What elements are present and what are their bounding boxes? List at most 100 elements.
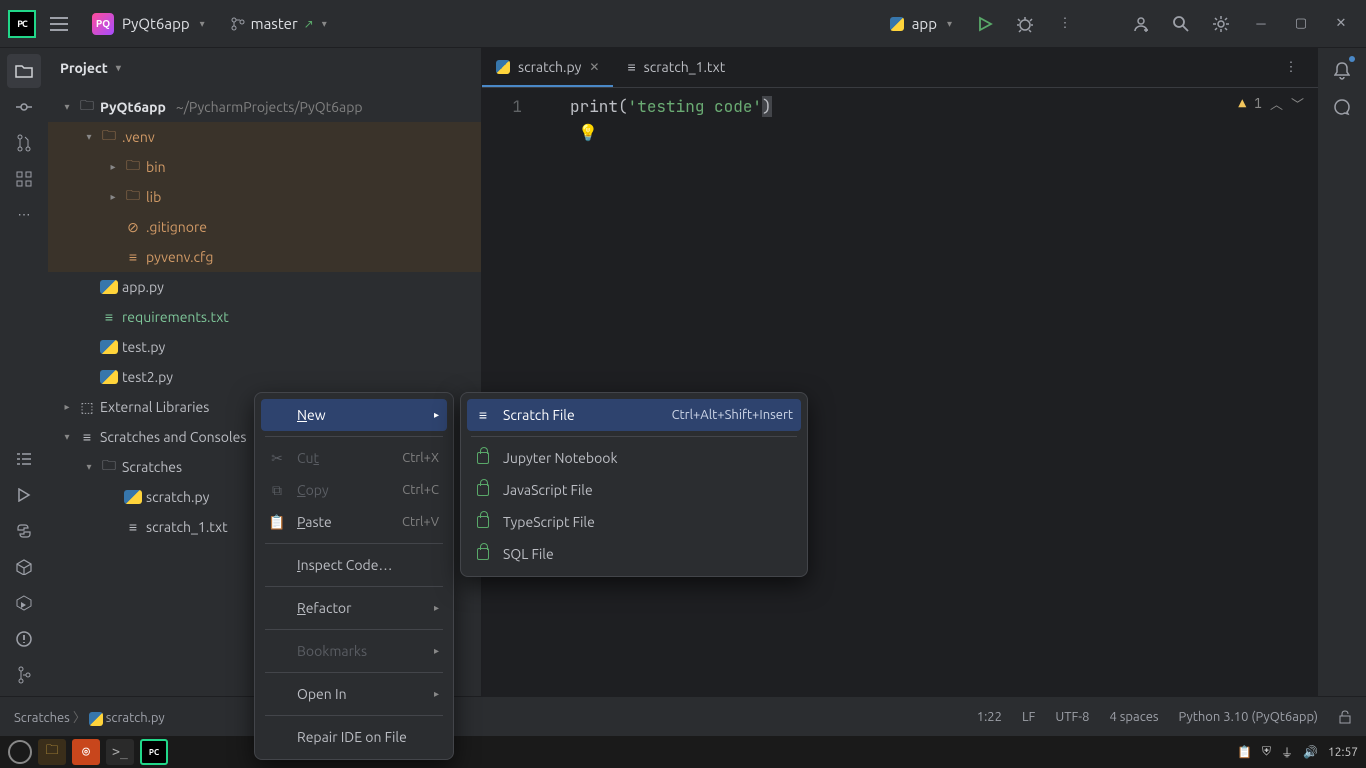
project-badge-icon: PQ	[92, 13, 114, 35]
python-icon	[890, 17, 904, 31]
breadcrumb[interactable]: Scratches 〉 scratch.py	[14, 707, 165, 726]
editor-tabs: scratch.py ✕ ≡ scratch_1.txt ⋮	[482, 48, 1318, 88]
start-menu-icon[interactable]	[8, 740, 32, 764]
warning-icon[interactable]: ▲	[1238, 95, 1246, 112]
tab-more-icon[interactable]: ⋮	[1274, 51, 1308, 85]
notifications-icon[interactable]	[1325, 54, 1359, 88]
menu-jupyter-notebook[interactable]: Jupyter Notebook	[461, 442, 807, 474]
panel-title: Project	[60, 60, 108, 76]
services-tool-icon[interactable]	[7, 586, 41, 620]
menu-cut: ✂CutCtrl+X	[255, 442, 453, 474]
code-with-me-icon[interactable]	[1124, 7, 1158, 41]
chevron-down-icon: ▾	[200, 18, 205, 30]
tree-folder-venv[interactable]: ▾🗀.venv	[48, 122, 481, 152]
tree-project-root[interactable]: ▾🗀 PyQt6app ~/PycharmProjects/PyQt6app	[48, 92, 481, 122]
branch-selector[interactable]: master ↗ ▾	[221, 11, 337, 36]
os-taskbar: 🗀 ⌾ >_ PC 📋 ⛨ ⏚ 🔊 12:57	[0, 736, 1366, 768]
run-button[interactable]	[968, 7, 1002, 41]
menu-javascript-file[interactable]: JavaScript File	[461, 474, 807, 506]
menu-paste[interactable]: 📋PasteCtrl+V	[255, 506, 453, 538]
menu-open-in[interactable]: Open In▸	[255, 678, 453, 710]
tab-scratch-txt[interactable]: ≡ scratch_1.txt	[613, 48, 739, 87]
tree-file-pyvenv[interactable]: ≡pyvenv.cfg	[48, 242, 481, 272]
tree-file-test2-py[interactable]: test2.py	[48, 362, 481, 392]
menu-copy: ⧉CopyCtrl+C	[255, 474, 453, 506]
commit-tool-icon[interactable]	[7, 90, 41, 124]
close-tab-icon[interactable]: ✕	[589, 60, 599, 74]
project-tool-icon[interactable]	[7, 54, 41, 88]
menu-refactor[interactable]: Refactor▸	[255, 592, 453, 624]
tree-file-app-py[interactable]: app.py	[48, 272, 481, 302]
pycharm-taskbar-icon[interactable]: PC	[140, 739, 168, 765]
python-console-icon[interactable]	[7, 514, 41, 548]
warning-count: 1	[1254, 95, 1262, 112]
clipboard-tray-icon[interactable]: 📋	[1237, 745, 1252, 759]
file-manager-icon[interactable]: 🗀	[38, 739, 66, 765]
search-icon[interactable]	[1164, 7, 1198, 41]
root-name: PyQt6app	[100, 99, 166, 115]
todo-tool-icon[interactable]	[7, 442, 41, 476]
more-tools-icon[interactable]: ⋯	[7, 198, 41, 232]
indent-config[interactable]: 4 spaces	[1109, 710, 1158, 724]
tree-file-gitignore[interactable]: ⊘.gitignore	[48, 212, 481, 242]
firefox-icon[interactable]: ⌾	[72, 739, 100, 765]
menu-typescript-file[interactable]: TypeScript File	[461, 506, 807, 538]
close-window-icon[interactable]: ✕	[1324, 7, 1358, 41]
menu-scratch-file[interactable]: ≡Scratch FileCtrl+Alt+Shift+Insert	[467, 399, 801, 431]
tab-label: scratch_1.txt	[644, 59, 726, 75]
clock[interactable]: 12:57	[1328, 746, 1358, 759]
run-tool-icon[interactable]	[7, 478, 41, 512]
push-arrow-icon: ↗	[304, 17, 314, 31]
readonly-lock-icon[interactable]	[1338, 710, 1352, 724]
menu-new[interactable]: New▸	[261, 399, 447, 431]
menu-sql-file[interactable]: SQL File	[461, 538, 807, 570]
tree-folder-bin[interactable]: ▸🗀bin	[48, 152, 481, 182]
tab-scratch-py[interactable]: scratch.py ✕	[482, 48, 613, 87]
terminal-icon[interactable]: >_	[106, 739, 134, 765]
settings-icon[interactable]	[1204, 7, 1238, 41]
debug-button[interactable]	[1008, 7, 1042, 41]
hamburger-menu-icon[interactable]	[42, 7, 76, 41]
project-name: PyQt6app	[122, 15, 190, 32]
problems-tool-icon[interactable]	[7, 622, 41, 656]
run-config-name: app	[912, 15, 937, 32]
menu-repair-ide[interactable]: Repair IDE on File	[255, 721, 453, 753]
new-submenu: ≡Scratch FileCtrl+Alt+Shift+Insert Jupyt…	[460, 392, 808, 577]
file-encoding[interactable]: UTF-8	[1055, 710, 1089, 724]
next-highlight-icon[interactable]: ﹀	[1291, 94, 1304, 113]
python-packages-icon[interactable]	[7, 550, 41, 584]
branch-name: master	[251, 15, 298, 32]
caret-position[interactable]: 1:22	[977, 710, 1002, 724]
tree-file-test-py[interactable]: test.py	[48, 332, 481, 362]
lightbulb-icon[interactable]: 💡	[578, 122, 598, 143]
root-path: ~/PycharmProjects/PyQt6app	[176, 99, 363, 115]
interpreter[interactable]: Python 3.10 (PyQt6app)	[1179, 710, 1318, 724]
tab-label: scratch.py	[518, 59, 581, 75]
volume-tray-icon[interactable]: 🔊	[1303, 745, 1318, 759]
menu-inspect-code[interactable]: Inspect Code…	[255, 549, 453, 581]
minimize-window-icon[interactable]: ─	[1244, 7, 1278, 41]
tree-folder-lib[interactable]: ▸🗀lib	[48, 182, 481, 212]
line-separator[interactable]: LF	[1022, 710, 1035, 724]
chevron-down-icon: ▾	[322, 18, 327, 30]
pull-requests-icon[interactable]	[7, 126, 41, 160]
structure-tool-icon[interactable]	[7, 162, 41, 196]
project-selector[interactable]: PQ PyQt6app ▾	[82, 9, 215, 39]
shield-tray-icon[interactable]: ⛨	[1262, 745, 1271, 759]
network-tray-icon[interactable]: ⏚	[1281, 744, 1293, 761]
chevron-down-icon[interactable]: ▾	[116, 62, 121, 74]
prev-highlight-icon[interactable]: ︿	[1270, 94, 1283, 113]
run-config-selector[interactable]: app ▾	[880, 11, 962, 36]
pycharm-app-icon: PC	[8, 10, 36, 38]
menu-bookmarks: Bookmarks▸	[255, 635, 453, 667]
left-tool-rail: ⋯	[0, 48, 48, 728]
line-number: 1	[482, 96, 522, 117]
maximize-window-icon[interactable]: ▢	[1284, 7, 1318, 41]
context-menu: New▸ ✂CutCtrl+X ⧉CopyCtrl+C 📋PasteCtrl+V…	[254, 392, 454, 760]
ai-assistant-icon[interactable]	[1325, 90, 1359, 124]
more-actions-icon[interactable]: ⋮	[1048, 7, 1082, 41]
chevron-down-icon: ▾	[947, 18, 952, 30]
system-tray[interactable]: 📋 ⛨ ⏚ 🔊 12:57	[1237, 744, 1358, 761]
tree-file-requirements[interactable]: ≡requirements.txt	[48, 302, 481, 332]
vcs-tool-icon[interactable]	[7, 658, 41, 692]
